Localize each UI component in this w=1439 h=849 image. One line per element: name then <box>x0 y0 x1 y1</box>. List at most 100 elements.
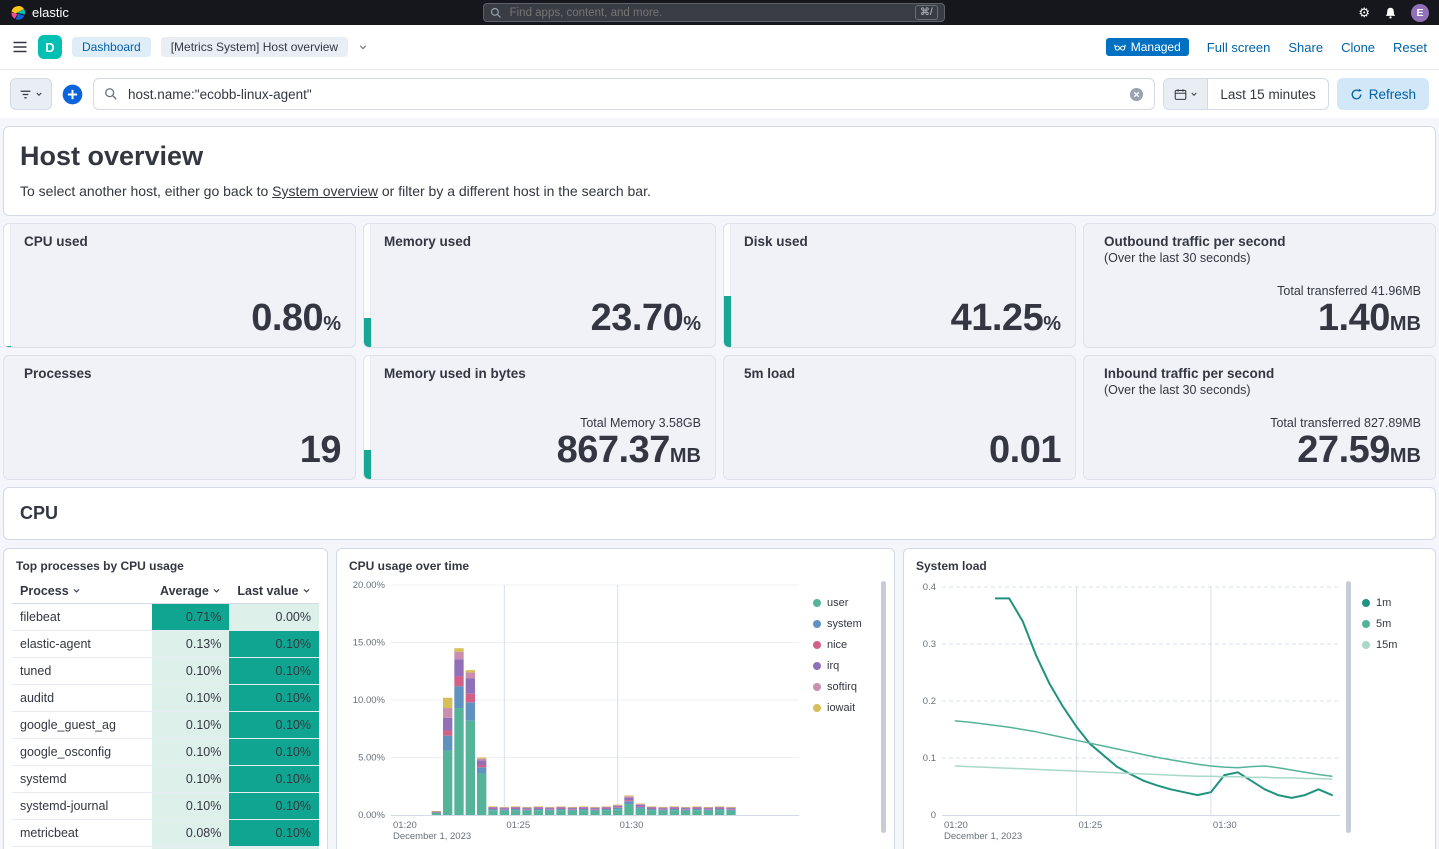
metric-title: Inbound traffic per second <box>1104 366 1421 381</box>
metric-card: 5m load0.01 <box>723 355 1076 480</box>
query-input[interactable] <box>126 86 1121 103</box>
table-row: google_guest_ag0.10%0.10% <box>12 712 319 739</box>
cpu-usage-legend: user system nice irq softirq iowait <box>807 579 862 714</box>
last-value-cell: 0.10% <box>229 631 319 658</box>
legend-item-iowait[interactable]: iowait <box>813 702 862 714</box>
user-avatar[interactable]: E <box>1411 4 1429 22</box>
host-overview-panel: Host overview To select another host, ei… <box>3 126 1436 216</box>
column-header-process[interactable]: Process <box>12 579 152 604</box>
metric-progress-track <box>4 224 11 347</box>
system-load-chart: 00.10.20.30.401:20December 1, 202301:250… <box>912 579 1356 849</box>
top-app-bar: elastic ⌘/ ⚙ E <box>0 0 1439 25</box>
metric-secondary: Total transferred 827.89MB <box>1270 416 1421 430</box>
legend-dot <box>813 641 821 649</box>
settings-gear-icon[interactable]: ⚙ <box>1358 6 1370 19</box>
metric-progress-fill <box>4 346 11 347</box>
table-header-row: Process Average Last value <box>12 579 319 604</box>
legend-item-softirq[interactable]: softirq <box>813 681 862 693</box>
plus-icon <box>62 84 83 105</box>
process-name-cell: filebeat <box>12 604 152 631</box>
svg-text:01:30: 01:30 <box>1213 820 1237 831</box>
process-name-cell: systemd <box>12 766 152 793</box>
legend-item-nice[interactable]: nice <box>813 639 862 651</box>
metric-bottom: 23.70% <box>591 299 701 339</box>
elastic-brand[interactable]: elastic <box>10 5 69 21</box>
process-name-cell: google_guest_ag <box>12 712 152 739</box>
svg-text:01:25: 01:25 <box>506 820 530 831</box>
metric-value-row: 23.70% <box>591 299 701 339</box>
metric-title: Memory used in bytes <box>384 366 701 381</box>
space-avatar[interactable]: D <box>38 35 62 59</box>
refresh-icon <box>1350 88 1363 101</box>
metric-progress-fill <box>724 296 731 347</box>
svg-text:01:25: 01:25 <box>1078 820 1102 831</box>
scrollbar[interactable] <box>1346 581 1351 833</box>
global-search-input[interactable] <box>508 6 909 20</box>
system-overview-link[interactable]: System overview <box>272 183 378 199</box>
metric-bottom: 19 <box>300 431 341 471</box>
table-row: metricbeat0.08%0.10% <box>12 820 319 847</box>
refresh-label: Refresh <box>1369 87 1416 102</box>
chevron-down-icon <box>302 586 311 595</box>
legend-item-irq[interactable]: irq <box>813 660 862 672</box>
svg-text:10.00%: 10.00% <box>353 695 386 706</box>
legend-item-5m[interactable]: 5m <box>1362 618 1397 630</box>
alerts-bell-icon[interactable] <box>1384 6 1397 20</box>
breadcrumb-dashboard[interactable]: Dashboard <box>72 37 151 57</box>
metric-value-row: 27.59MB <box>1270 431 1421 471</box>
table-row: systemd-journal0.10%0.10% <box>12 793 319 820</box>
metric-value: 41.25 <box>951 297 1044 339</box>
process-table-panel: Top processes by CPU usage Process Avera… <box>3 548 328 849</box>
refresh-button[interactable]: Refresh <box>1337 78 1429 110</box>
share-button[interactable]: Share <box>1288 40 1323 55</box>
metric-card: Outbound traffic per second(Over the las… <box>1083 223 1436 348</box>
chevron-down-icon[interactable] <box>358 42 368 52</box>
filter-menu-button[interactable] <box>10 78 52 110</box>
legend-item-1m[interactable]: 1m <box>1362 597 1397 609</box>
svg-text:01:20: 01:20 <box>944 820 968 831</box>
svg-text:December 1, 2023: December 1, 2023 <box>944 831 1022 842</box>
calendar-button[interactable] <box>1164 79 1208 109</box>
legend-item-15m[interactable]: 15m <box>1362 639 1397 651</box>
metric-bottom: Total Memory 3.58GB867.37MB <box>557 416 701 471</box>
description-suffix: or filter by a different host in the sea… <box>378 183 651 199</box>
metric-bottom: Total transferred 41.96MB1.40MB <box>1277 284 1421 339</box>
column-header-last-value[interactable]: Last value <box>229 579 319 604</box>
calendar-icon <box>1174 88 1187 101</box>
glasses-icon <box>1114 41 1126 53</box>
legend-label: nice <box>827 639 847 651</box>
legend-dot <box>1362 641 1370 649</box>
clone-button[interactable]: Clone <box>1341 40 1375 55</box>
metric-unit: % <box>683 313 701 335</box>
managed-label: Managed <box>1131 40 1181 54</box>
metric-grid: CPU used0.80%Memory used23.70%Disk used4… <box>3 223 1436 480</box>
filter-bar: Last 15 minutes Refresh <box>0 70 1439 118</box>
metric-value: 1.40 <box>1318 297 1390 339</box>
metric-title: Memory used <box>384 234 701 249</box>
legend-item-system[interactable]: system <box>813 618 862 630</box>
breadcrumb-current[interactable]: [Metrics System] Host overview <box>161 37 348 57</box>
svg-text:December 1, 2023: December 1, 2023 <box>393 831 471 842</box>
section-title-cpu: CPU <box>20 503 1419 524</box>
metric-unit: % <box>1043 313 1061 335</box>
legend-label: irq <box>827 660 839 672</box>
legend-item-user[interactable]: user <box>813 597 862 609</box>
time-range-label[interactable]: Last 15 minutes <box>1208 87 1327 102</box>
cpu-usage-panel: CPU usage over time 0.00%5.00%10.00%15.0… <box>336 548 895 849</box>
managed-badge[interactable]: Managed <box>1106 38 1189 56</box>
clear-query-icon[interactable] <box>1129 87 1144 102</box>
last-value-cell: 0.00% <box>229 604 319 631</box>
add-filter-button[interactable] <box>60 84 85 105</box>
menu-icon[interactable] <box>12 39 28 55</box>
column-header-average[interactable]: Average <box>152 579 229 604</box>
metric-card: Memory used in bytes Total Memory 3.58GB8… <box>363 355 716 480</box>
legend-label: 5m <box>1376 618 1391 630</box>
svg-text:0.2: 0.2 <box>923 696 936 707</box>
full-screen-button[interactable]: Full screen <box>1207 40 1271 55</box>
legend-dot <box>1362 599 1370 607</box>
table-row: systemd0.10%0.10% <box>12 766 319 793</box>
average-cell: 0.10% <box>152 766 229 793</box>
scrollbar[interactable] <box>881 581 886 833</box>
reset-button[interactable]: Reset <box>1393 40 1427 55</box>
global-search[interactable]: ⌘/ <box>483 3 945 22</box>
